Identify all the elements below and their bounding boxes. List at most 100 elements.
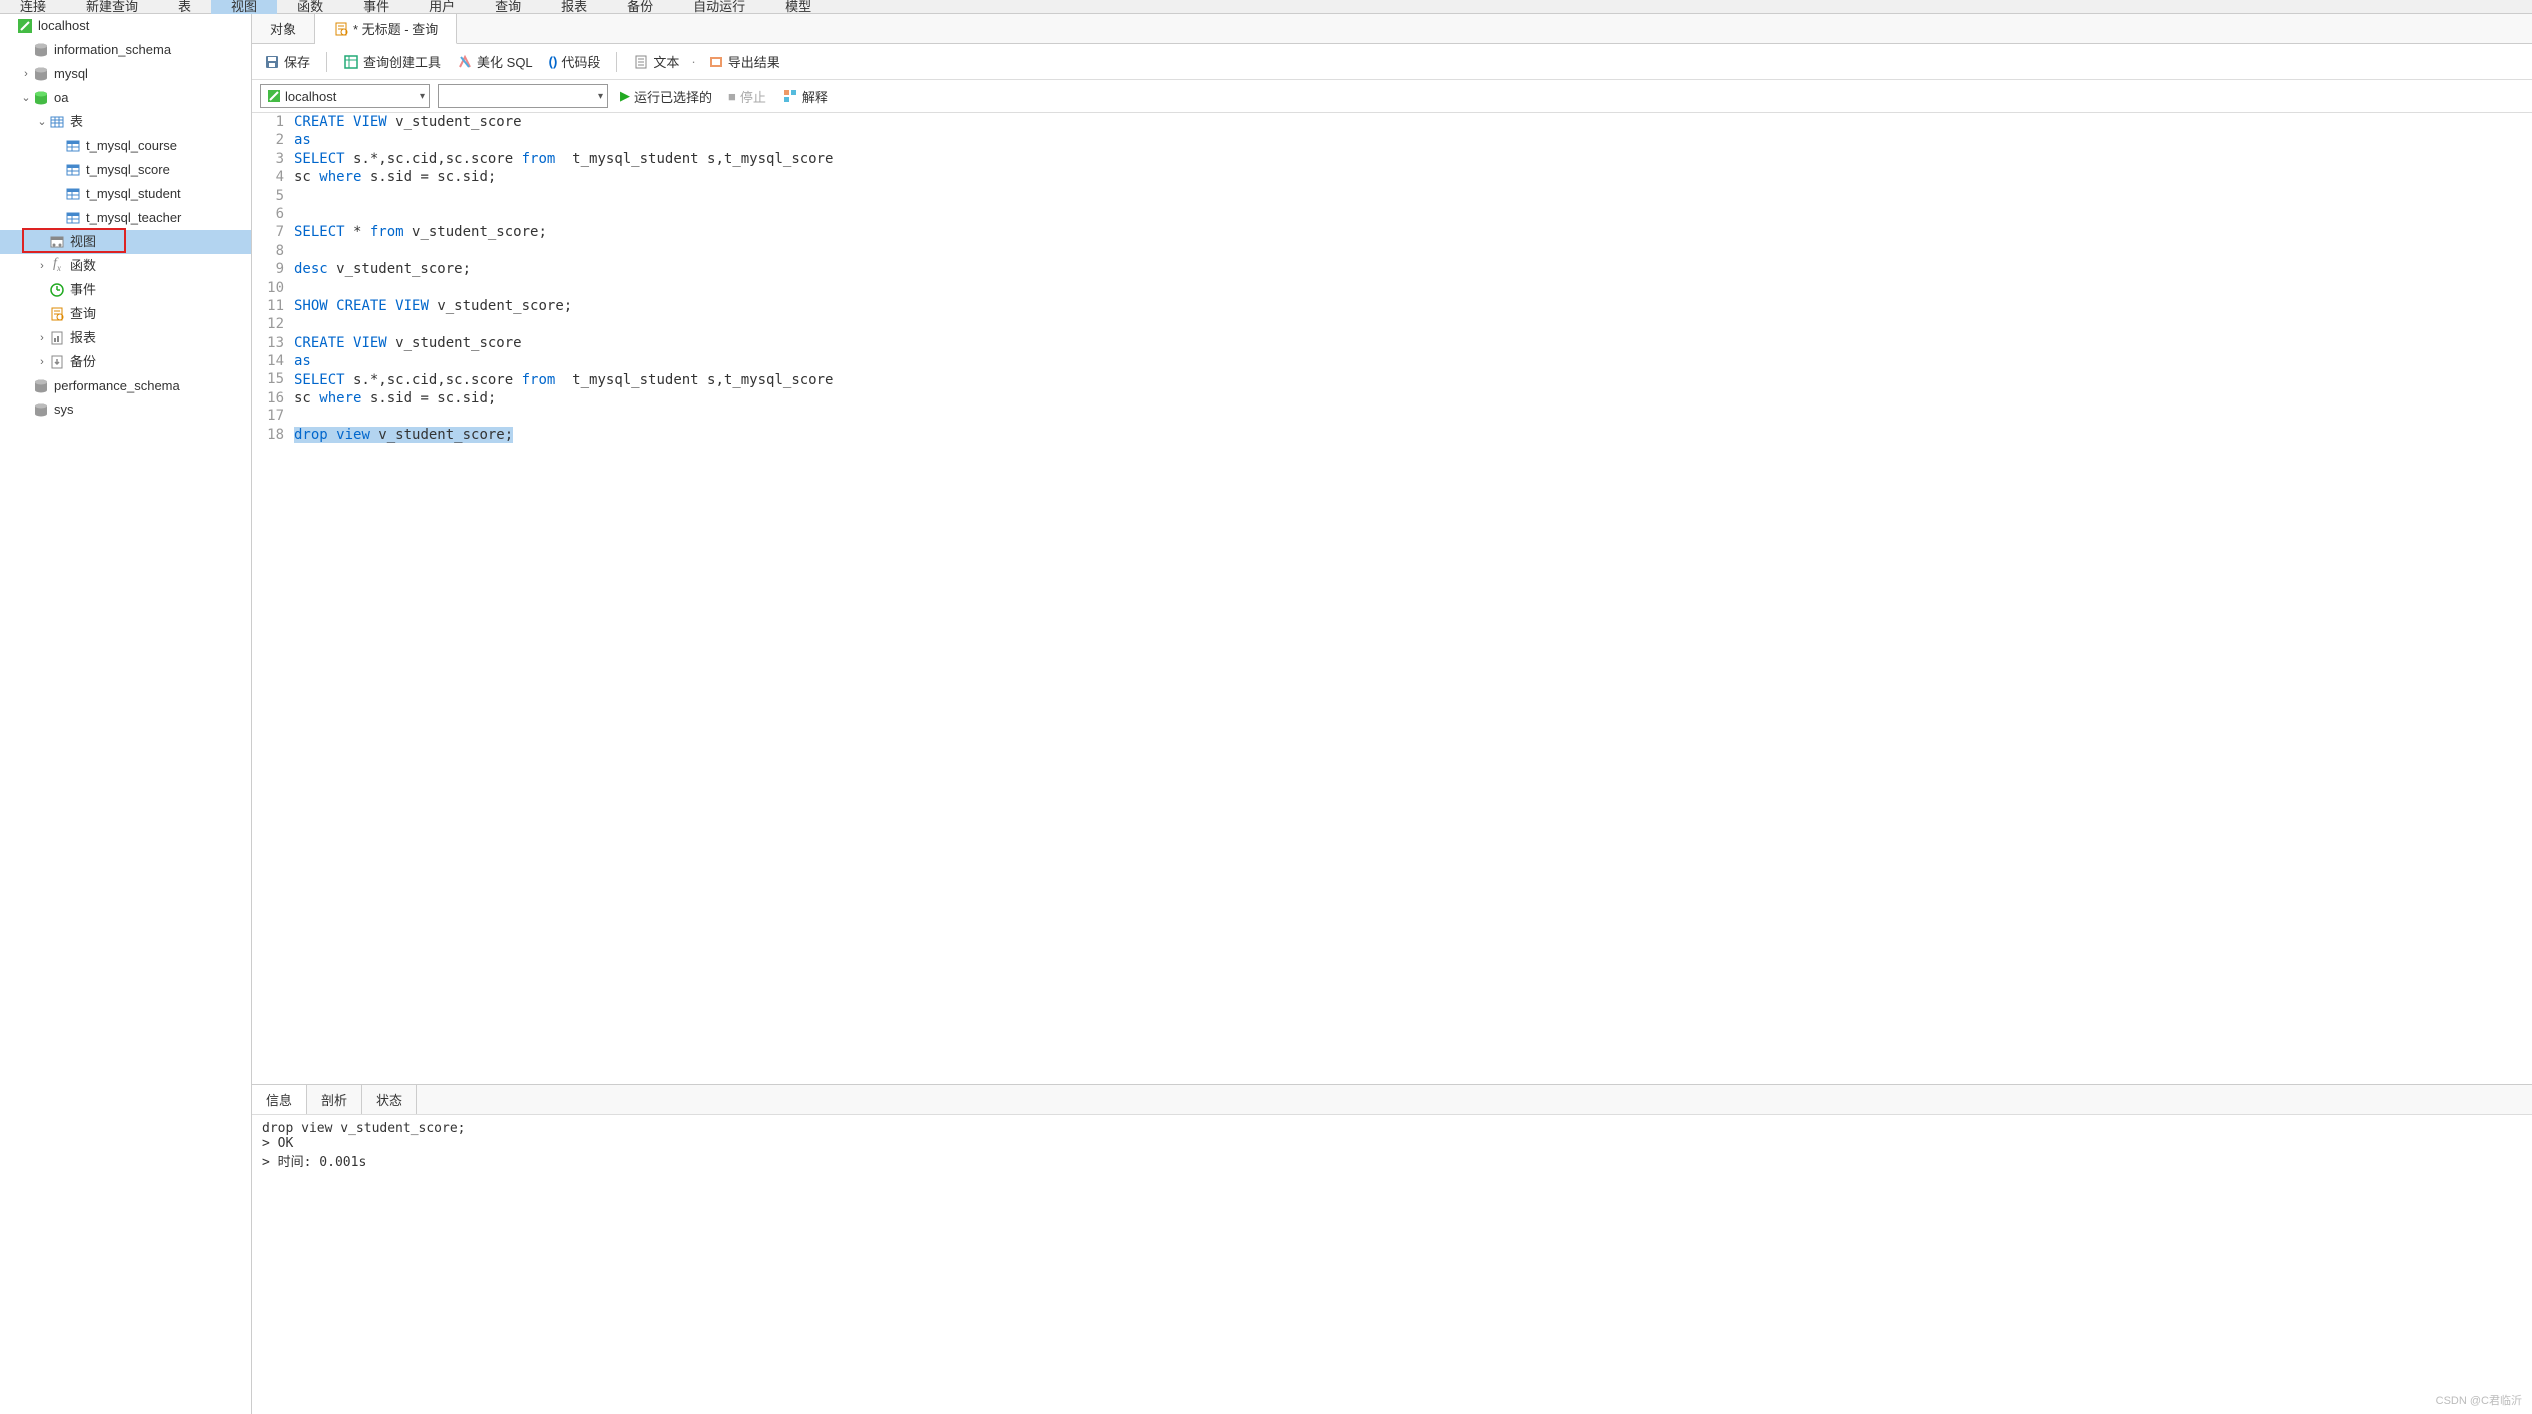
tree-node-localhost[interactable]: localhost (0, 14, 251, 38)
tree-node-label: 查询 (70, 304, 96, 324)
text-label: 文本 (653, 52, 679, 71)
tree-node-视图[interactable]: 视图 (0, 230, 251, 254)
save-button[interactable]: 保存 (260, 50, 314, 73)
line-gutter: 123456789101112131415161718 (252, 113, 294, 1084)
main-menu: 连接新建查询表视图函数事件用户查询报表备份自动运行模型 (0, 0, 2532, 14)
stop-icon: ■ (728, 89, 736, 104)
text-button[interactable]: 文本 (629, 50, 683, 73)
export-icon (708, 54, 724, 70)
connection-value: localhost (285, 89, 336, 104)
snippet-label: 代码段 (561, 52, 600, 71)
tree-node-label: t_mysql_course (86, 136, 177, 156)
tree-node-查询[interactable]: 查询 (0, 302, 251, 326)
tree-node-information_schema[interactable]: information_schema (0, 38, 251, 62)
tree-node-label: 备份 (70, 352, 96, 372)
result-body: drop view v_student_score; > OK > 时间: 0.… (252, 1114, 2532, 1414)
database-combo[interactable]: ▾ (438, 84, 608, 108)
tab-0[interactable]: 对象 (252, 14, 315, 43)
sql-editor[interactable]: 123456789101112131415161718 CREATE VIEW … (252, 113, 2532, 1084)
tree-node-label: 表 (70, 112, 83, 132)
tree-node-sys[interactable]: sys (0, 398, 251, 422)
table-icon (64, 161, 82, 179)
sidebar: localhostinformation_schema›mysql⌄oa⌄表t_… (0, 14, 252, 1414)
tree-node-label: oa (54, 88, 68, 108)
tree-node-performance_schema[interactable]: performance_schema (0, 374, 251, 398)
tab-1[interactable]: * 无标题 - 查询 (315, 14, 457, 44)
database-icon (32, 377, 50, 395)
tree-toggle-icon[interactable]: › (20, 64, 32, 84)
tree-node-t_mysql_score[interactable]: t_mysql_score (0, 158, 251, 182)
menu-item-0[interactable]: 连接 (0, 0, 66, 14)
snippet-icon: () (549, 54, 558, 69)
stop-button[interactable]: ■ 停止 (724, 85, 770, 108)
table-icon (64, 209, 82, 227)
tree-node-表[interactable]: ⌄表 (0, 110, 251, 134)
tree-node-报表[interactable]: › 报表 (0, 326, 251, 350)
menu-item-5[interactable]: 事件 (343, 0, 409, 14)
tree-toggle-icon[interactable]: › (36, 256, 48, 276)
query-icon (48, 305, 66, 323)
tree-node-label: 事件 (70, 280, 96, 300)
connection-icon (267, 89, 281, 103)
content-area: 对象 * 无标题 - 查询 保存 查询创建工具 美化 SQL () 代码段 (252, 14, 2532, 1414)
query-builder-label: 查询创建工具 (363, 52, 441, 71)
beautify-button[interactable]: 美化 SQL (453, 50, 537, 73)
tree-node-label: 报表 (70, 328, 96, 348)
database-icon (32, 401, 50, 419)
tables-icon (48, 113, 66, 131)
tree-toggle-icon[interactable]: › (36, 328, 48, 348)
report-icon (48, 329, 66, 347)
menu-item-3[interactable]: 视图 (211, 0, 277, 14)
menu-item-1[interactable]: 新建查询 (66, 0, 158, 14)
run-toolbar: localhost ▾ ▾ ▶ 运行已选择的 ■ 停止 解释 (252, 80, 2532, 113)
editor-toolbar: 保存 查询创建工具 美化 SQL () 代码段 文本 · (252, 44, 2532, 80)
tree-node-备份[interactable]: › 备份 (0, 350, 251, 374)
tree-node-事件[interactable]: 事件 (0, 278, 251, 302)
tree-node-mysql[interactable]: › mysql (0, 62, 251, 86)
tree-toggle-icon[interactable]: ⌄ (36, 112, 48, 132)
result-tab-1[interactable]: 剖析 (307, 1085, 362, 1114)
connection-combo[interactable]: localhost ▾ (260, 84, 430, 108)
code-content[interactable]: CREATE VIEW v_student_scoreasSELECT s.*,… (294, 113, 2532, 1084)
export-button[interactable]: 导出结果 (704, 50, 784, 73)
tab-label: * 无标题 - 查询 (353, 19, 438, 38)
database-icon-open (32, 89, 50, 107)
menu-item-10[interactable]: 自动运行 (673, 0, 765, 14)
result-tab-2[interactable]: 状态 (362, 1085, 417, 1114)
result-tab-0[interactable]: 信息 (252, 1085, 307, 1114)
tree-node-oa[interactable]: ⌄ oa (0, 86, 251, 110)
tree-node-t_mysql_student[interactable]: t_mysql_student (0, 182, 251, 206)
tree-node-label: t_mysql_score (86, 160, 170, 180)
tree-toggle-icon[interactable]: › (36, 352, 48, 372)
tree-node-label: t_mysql_student (86, 184, 181, 204)
tree-node-label: mysql (54, 64, 88, 84)
menu-item-7[interactable]: 查询 (475, 0, 541, 14)
menu-item-6[interactable]: 用户 (409, 0, 475, 14)
watermark: CSDN @C君临沂 (2436, 1392, 2522, 1408)
menu-item-4[interactable]: 函数 (277, 0, 343, 14)
menu-item-11[interactable]: 模型 (765, 0, 831, 14)
run-selected-button[interactable]: ▶ 运行已选择的 (616, 85, 716, 108)
menu-item-9[interactable]: 备份 (607, 0, 673, 14)
query-builder-icon (343, 54, 359, 70)
query-icon (333, 21, 349, 37)
editor-tabs: 对象 * 无标题 - 查询 (252, 14, 2532, 44)
menu-item-8[interactable]: 报表 (541, 0, 607, 14)
tree-node-函数[interactable]: ›fx函数 (0, 254, 251, 278)
tree-toggle-icon[interactable]: ⌄ (20, 88, 32, 108)
separator (616, 52, 617, 72)
query-builder-button[interactable]: 查询创建工具 (339, 50, 445, 73)
result-tabs: 信息剖析状态 (252, 1084, 2532, 1114)
tree-node-t_mysql_teacher[interactable]: t_mysql_teacher (0, 206, 251, 230)
snippet-button[interactable]: () 代码段 (545, 50, 605, 73)
explain-button[interactable]: 解释 (778, 85, 832, 108)
menu-item-2[interactable]: 表 (158, 0, 211, 14)
beautify-label: 美化 SQL (477, 52, 533, 71)
backup-icon (48, 353, 66, 371)
chevron-down-icon: ▾ (420, 91, 425, 102)
run-selected-label: 运行已选择的 (634, 87, 712, 106)
tree-node-label: 函数 (70, 256, 96, 276)
tree-node-t_mysql_course[interactable]: t_mysql_course (0, 134, 251, 158)
separator (326, 52, 327, 72)
chevron-down-icon: ▾ (598, 91, 603, 102)
